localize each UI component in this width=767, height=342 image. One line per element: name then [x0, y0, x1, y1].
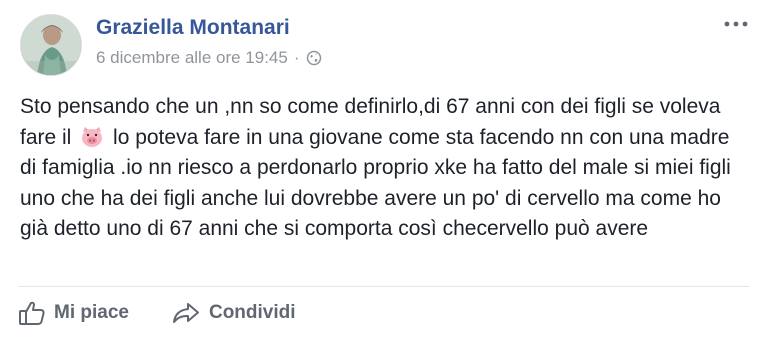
author-name[interactable]: Graziella Montanari: [96, 16, 290, 40]
share-arrow-icon: [171, 301, 201, 325]
globe-icon[interactable]: [306, 50, 322, 66]
post-body-text: Sto pensando che un ,nn so come definirl…: [20, 92, 745, 245]
avatar[interactable]: [20, 14, 82, 76]
post-actions: Mi piace Condividi: [18, 296, 296, 330]
share-label: Condividi: [208, 302, 296, 323]
more-options-icon[interactable]: [723, 14, 749, 34]
facebook-post: Graziella Montanari 6 dicembre alle ore …: [0, 0, 767, 342]
divider: [18, 286, 749, 287]
post-text-part-2: lo poteva fare in una giovane come sta f…: [20, 125, 731, 241]
post-timestamp[interactable]: 6 dicembre alle ore 19:45: [96, 48, 288, 68]
thumbs-up-icon: [18, 300, 46, 326]
share-button[interactable]: Condividi: [171, 301, 296, 325]
post-meta: 6 dicembre alle ore 19:45 ·: [96, 48, 322, 68]
pig-face-icon: [80, 126, 104, 148]
like-label: Mi piace: [54, 302, 129, 323]
meta-separator: ·: [293, 48, 300, 67]
like-button[interactable]: Mi piace: [18, 300, 129, 326]
